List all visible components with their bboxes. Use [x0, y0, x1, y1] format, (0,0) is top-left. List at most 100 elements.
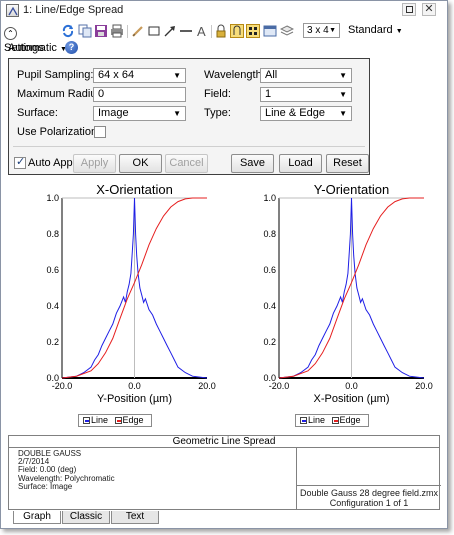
edge-legend-swatch	[114, 417, 122, 424]
y-tick-label: 0.6	[46, 265, 59, 275]
configuration-text: Configuration 1 of 1	[329, 498, 409, 508]
type-select[interactable]: Line & Edge ▼	[260, 106, 352, 121]
layout-value: 3 x 4	[307, 25, 329, 36]
dropdown-arrow-icon: ▼	[339, 71, 347, 80]
automatic-menu[interactable]: Automatic ▼	[8, 42, 67, 54]
layout-select[interactable]: 3 x 4 ▼	[303, 23, 340, 38]
reset-button[interactable]: Reset	[326, 154, 369, 173]
max-radius-label: Maximum Radius:	[17, 88, 106, 100]
wavelength-select[interactable]: All ▼	[260, 68, 352, 83]
y-tick-label: 0.2	[263, 337, 276, 347]
file-info: Double Gauss 28 degree field.zmx Configu…	[297, 488, 441, 508]
window-title: 1: Line/Edge Spread	[23, 4, 124, 16]
line-legend-swatch	[300, 417, 307, 424]
pupil-sampling-label: Pupil Sampling:	[17, 69, 94, 81]
x-tick-label: 0.0	[345, 381, 358, 391]
y-tick-label: 0.4	[263, 301, 276, 311]
save-icon[interactable]	[94, 24, 108, 38]
x-tick-label: 20.0	[198, 381, 216, 391]
dropdown-arrow-icon: ▼	[339, 90, 347, 99]
ok-button[interactable]: OK	[119, 154, 162, 173]
max-radius-input[interactable]: 0	[93, 87, 186, 102]
load-button[interactable]: Load	[279, 154, 322, 173]
hold-icon[interactable]	[230, 24, 244, 38]
tab-graph[interactable]: Graph	[13, 511, 61, 524]
edge-legend-swatch	[331, 417, 339, 424]
tab-classic[interactable]: Classic	[62, 511, 110, 524]
menu-arrow-icon: ▼	[395, 28, 403, 35]
lock-icon[interactable]	[214, 24, 228, 38]
surface-value: Image	[98, 107, 129, 119]
legend-label-edge: Edge	[122, 415, 144, 425]
standard-label: Standard	[348, 24, 393, 36]
chevron-up-icon: ⌃	[4, 27, 17, 40]
x-tick-label: 20.0	[415, 381, 433, 391]
x-tick-label: 0.0	[128, 381, 141, 391]
pupil-sampling-select[interactable]: 64 x 64 ▼	[93, 68, 186, 83]
chart-legend: Line Edge	[295, 414, 369, 427]
save-button[interactable]: Save	[231, 154, 274, 173]
grid-icon[interactable]	[246, 24, 260, 38]
surface-label: Surface:	[17, 107, 58, 119]
refresh-icon[interactable]	[61, 24, 75, 38]
copy-icon[interactable]	[78, 24, 92, 38]
info-details: DOUBLE GAUSS 2/7/2014 Field: 0.00 (deg) …	[18, 449, 115, 491]
wavelength-value: All	[265, 69, 278, 81]
help-icon[interactable]: ?	[65, 41, 78, 54]
info-box: Geometric Line Spread DOUBLE GAUSS 2/7/2…	[8, 435, 441, 510]
surface-select[interactable]: Image ▼	[93, 106, 186, 121]
x-tick-label: -20.0	[269, 381, 290, 391]
layers-icon[interactable]	[279, 24, 295, 38]
dropdown-arrow-icon: ▼	[173, 109, 181, 118]
y-tick-label: 0.6	[263, 265, 276, 275]
y-tick-label: 1.0	[263, 193, 276, 203]
pupil-sampling-value: 64 x 64	[98, 69, 135, 81]
chart-legend: Line Edge	[78, 414, 152, 427]
auto-apply-checkbox[interactable]	[14, 155, 26, 169]
field-label: Field:	[204, 88, 231, 100]
type-label: Type:	[204, 107, 231, 119]
y-tick-label: 0.8	[263, 229, 276, 239]
file-name: Double Gauss 28 degree field.zmx	[299, 488, 439, 498]
standard-menu[interactable]: Standard ▼	[348, 24, 403, 36]
cancel-button[interactable]: Cancel	[165, 154, 208, 173]
settings-panel: Pupil Sampling: 64 x 64 ▼ Maximum Radius:…	[8, 58, 370, 175]
analysis-window: 1: Line/Edge Spread ✕ ⌃Settings A 3 x 4 …	[0, 0, 448, 529]
y-tick-label: 0.2	[46, 337, 59, 347]
use-polarization-checkbox[interactable]	[94, 126, 106, 138]
use-polarization-label: Use Polarization:	[17, 126, 101, 138]
text-icon[interactable]: A	[195, 24, 209, 39]
line-icon[interactable]	[179, 24, 193, 38]
surface-text: Surface: Image	[18, 481, 73, 491]
dropdown-arrow-icon: ▼	[339, 109, 347, 118]
field-select[interactable]: 1 ▼	[260, 87, 352, 102]
y-tick-label: 0.8	[46, 229, 59, 239]
dropdown-arrow-icon: ▼	[173, 71, 181, 80]
legend-label-line: Line	[308, 415, 326, 425]
chart-title: Y-Orientation	[314, 182, 389, 197]
arrow-icon[interactable]	[163, 24, 177, 38]
line-edge-charts: X-Orientation 0.0 0.2 0.4 0.6 0.8 1.0 -20.0 0.0 2…	[46, 182, 433, 405]
type-value: Line & Edge	[265, 107, 325, 119]
x-axis-label: X-Position (µm)	[313, 393, 389, 405]
tab-text[interactable]: Text	[111, 511, 159, 524]
close-button[interactable]: ✕	[422, 3, 436, 16]
apply-button[interactable]: Apply	[73, 154, 116, 173]
charts-area: X-Orientation 0.0 0.2 0.4 0.6 0.8 1.0 -20.0 0.0 2…	[1, 179, 447, 435]
x-axis-label: Y-Position (µm)	[97, 393, 172, 405]
settings-toggle-button[interactable]: ⌃Settings	[4, 23, 56, 54]
y-tick-label: 1.0	[46, 193, 59, 203]
title-bar[interactable]: 1: Line/Edge Spread ✕	[1, 1, 447, 21]
field-value: 1	[265, 88, 272, 100]
window-icon[interactable]	[263, 24, 277, 38]
rectangle-icon[interactable]	[147, 24, 161, 38]
app-icon	[6, 4, 19, 17]
toolbar: ⌃Settings A 3 x 4 ▼ Standard ▼	[1, 21, 447, 54]
analysis-title: Geometric Line Spread	[9, 436, 439, 448]
svg-text:A: A	[197, 24, 206, 38]
print-icon[interactable]	[110, 24, 124, 38]
y-tick-label: 0.4	[46, 301, 59, 311]
pencil-icon[interactable]	[131, 24, 145, 38]
chart-title: X-Orientation	[96, 182, 173, 197]
restore-button[interactable]	[402, 3, 416, 16]
